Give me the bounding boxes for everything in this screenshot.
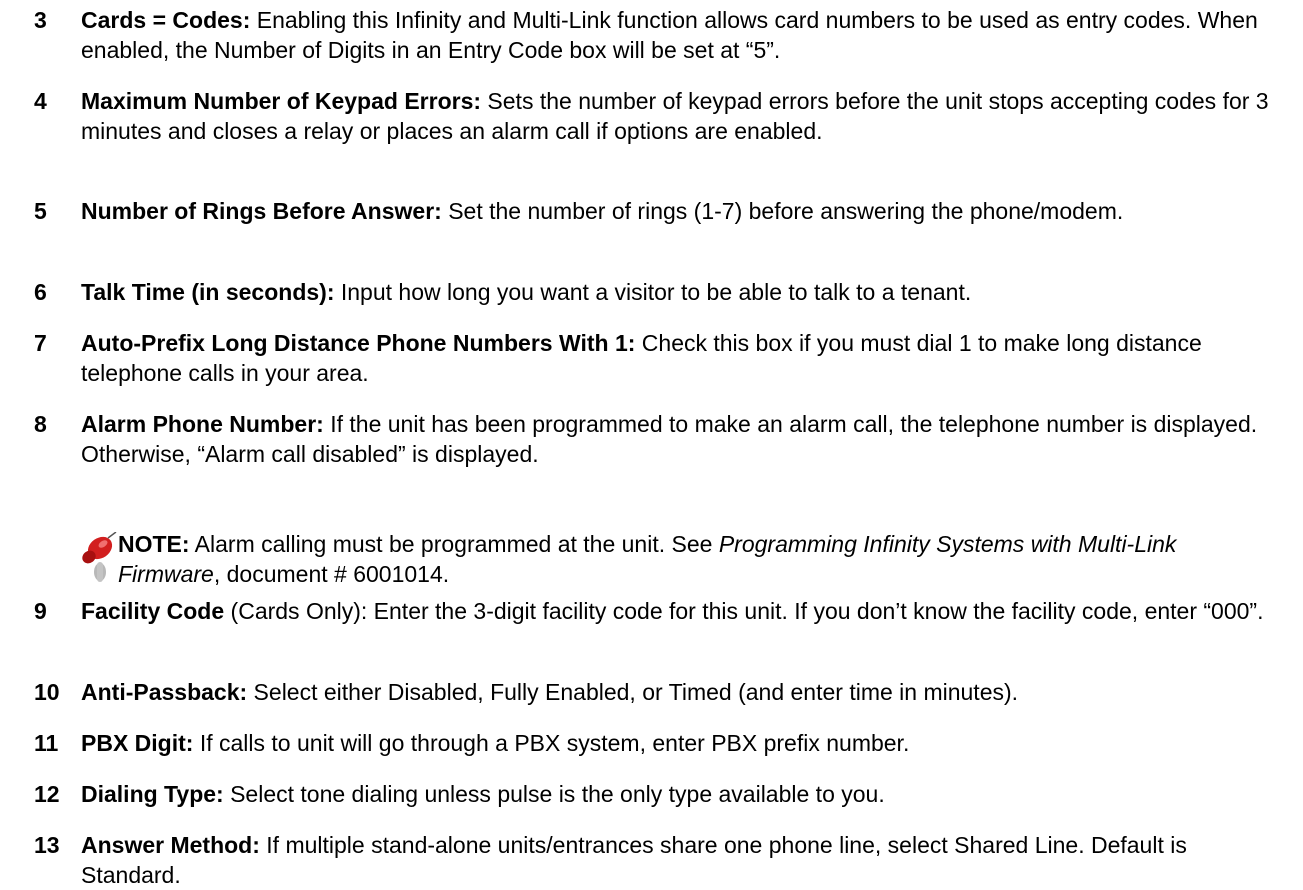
item-term: Answer Method: (81, 832, 260, 858)
item-term: Talk Time (in seconds): (81, 279, 335, 305)
item-text: Maximum Number of Keypad Errors: Sets th… (81, 86, 1286, 146)
item-text: Anti-Passback: Select either Disabled, F… (81, 677, 1286, 707)
item-term: Dialing Type: (81, 781, 224, 807)
item-number: 4 (34, 88, 47, 114)
item-description: Enabling this Infinity and Multi-Link fu… (81, 7, 1258, 63)
note-text-after: , document # 6001014. (213, 561, 450, 587)
note-text: NOTE: Alarm calling must be programmed a… (118, 529, 1228, 589)
item-term: Alarm Phone Number: (81, 411, 324, 437)
item-term: Facility Code (81, 598, 225, 624)
item-number: 8 (34, 411, 47, 437)
item-description: Select either Disabled, Fully Enabled, o… (247, 679, 1019, 705)
item-text: Talk Time (in seconds): Input how long y… (81, 277, 1286, 307)
item-number: 5 (34, 198, 47, 224)
item-term: Maximum Number of Keypad Errors: (81, 88, 482, 114)
item-text: Dialing Type: Select tone dialing unless… (81, 779, 1286, 809)
item-number: 10 (34, 679, 60, 705)
item-description: (Cards Only): Enter the 3-digit facility… (224, 598, 1264, 624)
item-number: 12 (34, 781, 60, 807)
item-description: Set the number of rings (1-7) before ans… (441, 198, 1124, 224)
note-label: NOTE: (118, 531, 190, 557)
item-description: Select tone dialing unless pulse is the … (223, 781, 885, 807)
item-number: 9 (34, 598, 47, 624)
item-text: PBX Digit: If calls to unit will go thro… (81, 728, 1286, 758)
item-number: 6 (34, 279, 47, 305)
item-text: Facility Code (Cards Only): Enter the 3-… (81, 596, 1286, 626)
item-description: Input how long you want a visitor to be … (334, 279, 972, 305)
item-term: PBX Digit: (81, 730, 194, 756)
item-text: Cards = Codes: Enabling this Infinity an… (81, 5, 1286, 65)
item-number: 13 (34, 832, 60, 858)
document-page: 3 Cards = Codes: Enabling this Infinity … (0, 0, 1303, 888)
item-term: Anti-Passback: (81, 679, 248, 705)
item-number: 11 (34, 730, 59, 756)
item-description: If calls to unit will go through a PBX s… (193, 730, 910, 756)
item-number: 7 (34, 330, 47, 356)
item-text: Auto-Prefix Long Distance Phone Numbers … (81, 328, 1286, 388)
item-number: 3 (34, 7, 47, 33)
item-text: Number of Rings Before Answer: Set the n… (81, 196, 1286, 226)
item-term: Number of Rings Before Answer: (81, 198, 442, 224)
item-text: Answer Method: If multiple stand-alone u… (81, 830, 1286, 890)
item-term: Cards = Codes: (81, 7, 251, 33)
pushpin-icon (82, 532, 117, 582)
item-text: Alarm Phone Number: If the unit has been… (81, 409, 1286, 469)
item-term: Auto-Prefix Long Distance Phone Numbers … (81, 330, 636, 356)
note-text-before: Alarm calling must be programmed at the … (189, 531, 719, 557)
